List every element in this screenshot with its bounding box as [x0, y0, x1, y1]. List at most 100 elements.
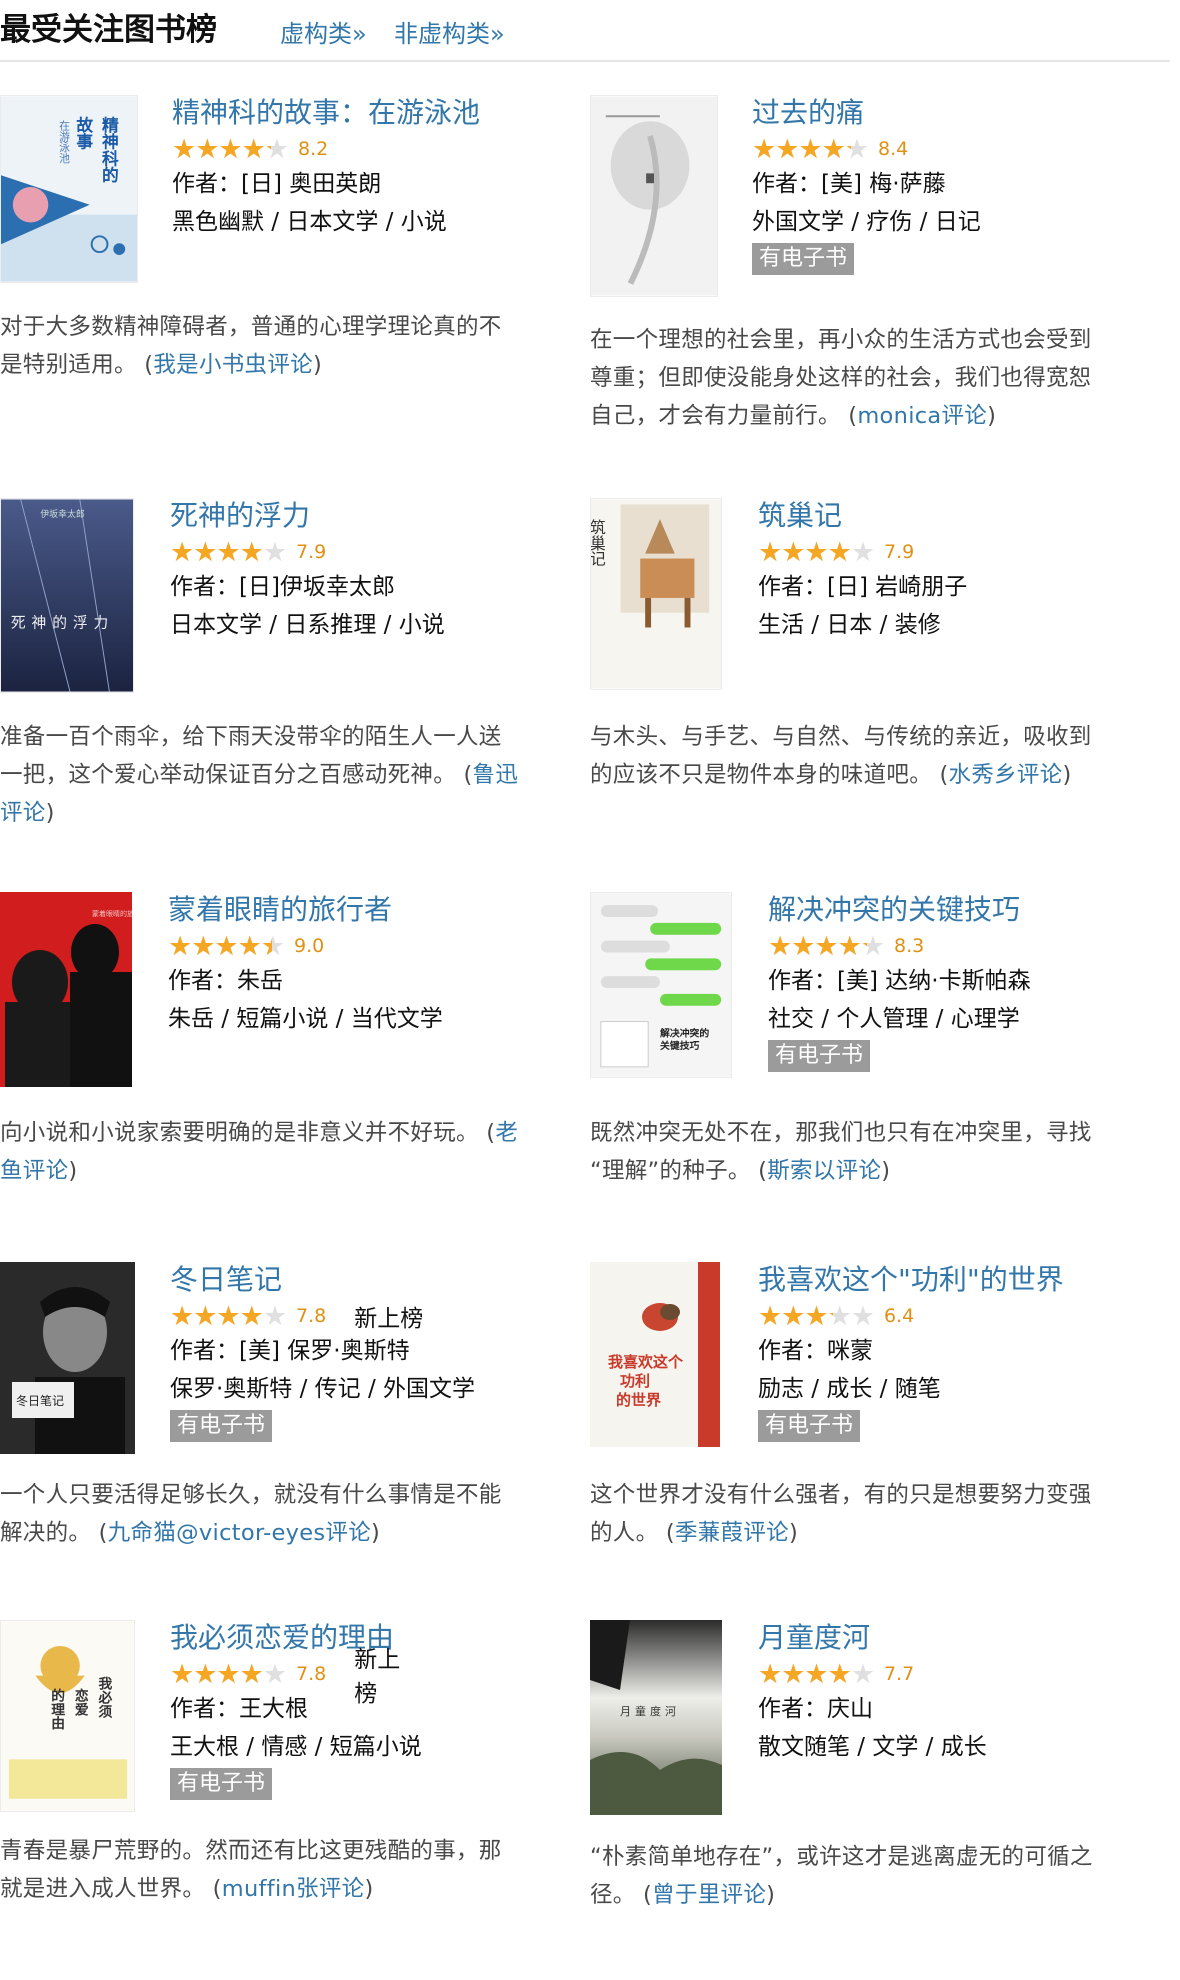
book-description: 对于大多数精神障碍者，普通的心理学理论真的不 是特别适用。 (我是小书虫评论): [0, 308, 560, 384]
desc-text: 尊重；但即使没能身处这样的社会，我们也得宽恕: [590, 365, 1092, 391]
rating-score: 6.4: [884, 1305, 915, 1327]
ebook-badge[interactable]: 有电子书: [170, 1410, 273, 1442]
review-link[interactable]: 鱼评论: [0, 1158, 68, 1184]
review-link[interactable]: 评论: [0, 800, 46, 826]
star-rating: ★★★★★★★★★★: [752, 133, 869, 165]
book-cover[interactable]: 我必须 恋爱 的理由: [0, 1620, 135, 1812]
ebook-badge[interactable]: 有电子书: [752, 243, 855, 275]
cover-title-text: 蒙着眼睛的旅行者: [92, 909, 132, 918]
ebook-badge[interactable]: 有电子书: [768, 1040, 871, 1072]
star-rating: ★★★★★★★★★★: [768, 930, 885, 962]
desc-text: 的应该不只是物件本身的味道吧。 (: [590, 762, 949, 788]
book-rating: ★★★★★★★★★★ 8.3: [768, 930, 1031, 962]
cover-title-text: 筑巢记: [591, 519, 606, 566]
review-link[interactable]: 鲁迅: [473, 762, 519, 788]
desc-text: ): [766, 1882, 776, 1908]
review-link[interactable]: 季蒹葭评论: [675, 1520, 789, 1546]
nonfiction-link[interactable]: 非虚构类»: [394, 14, 505, 49]
review-link[interactable]: muffin张评论: [222, 1876, 365, 1902]
review-link[interactable]: 九命猫@victor-eyes评论: [108, 1520, 371, 1546]
desc-text: 一个人只要活得足够长久，就没有什么事情是不能: [0, 1482, 502, 1508]
book-author: 作者：[美] 梅·萨藤: [752, 171, 946, 197]
desc-text: 的人。 (: [590, 1520, 675, 1546]
ebook-badge[interactable]: 有电子书: [170, 1768, 273, 1800]
cover-title-text: 死神的浮力: [11, 615, 114, 632]
review-link[interactable]: 曾于里评论: [652, 1882, 766, 1908]
book-title[interactable]: 蒙着眼睛的旅行者: [168, 892, 443, 928]
book-cover[interactable]: 蒙着眼睛的旅行者: [0, 892, 132, 1087]
book-tags: 生活 / 日本 / 装修: [758, 612, 941, 638]
star-rating: ★★★★★★★★★★: [758, 1300, 875, 1332]
cover-title-text: 我必须: [95, 1677, 113, 1720]
cover-art: 解决冲突的 关键技巧: [591, 893, 731, 1077]
book-cover[interactable]: 冬日笔记: [0, 1262, 135, 1454]
desc-text: 一把，这个爱心举动保证百分之百感动死神。 (: [0, 762, 473, 788]
cover-subtitle-text: 在游泳池: [58, 120, 71, 164]
desc-text: ): [788, 1520, 799, 1546]
star-rating: ★★★★★★★★★★: [172, 133, 289, 165]
cover-title-text: 解决冲突的: [660, 1026, 709, 1039]
book-cover[interactable]: 筑巢记: [590, 498, 722, 690]
ebook-badge[interactable]: 有电子书: [758, 1410, 861, 1442]
book-title[interactable]: 解决冲突的关键技巧: [768, 892, 1031, 928]
book-rating: ★★★★★★★★★★ 7.7: [758, 1658, 987, 1690]
book-title[interactable]: 过去的痛: [752, 95, 981, 131]
cover-art: 我喜欢这个 功利 的世界: [590, 1262, 720, 1447]
cover-art: 我必须 恋爱 的理由: [1, 1621, 134, 1811]
book-description: 与木头、与手艺、与自然、与传统的亲近，吸收到 的应该不只是物件本身的味道吧。 (…: [590, 718, 1150, 794]
book-cover[interactable]: [590, 95, 718, 297]
review-link[interactable]: 老: [495, 1120, 518, 1146]
cover-title-text: 月童度河: [620, 1704, 680, 1718]
book-description: 在一个理想的社会里，再小众的生活方式也会受到 尊重；但即使没能身处这样的社会，我…: [590, 321, 1150, 435]
cover-title-text: 功利: [620, 1372, 650, 1390]
fiction-link[interactable]: 虚构类»: [280, 14, 367, 49]
book-info: 我必须恋爱的理由 ★★★★★★★★★★ 7.8 新上榜 作者：王大根 王大根 /…: [170, 1620, 422, 1800]
review-link[interactable]: 斯索以评论: [767, 1158, 881, 1184]
book-title[interactable]: 冬日笔记: [170, 1262, 475, 1298]
book-info: 月童度河 ★★★★★★★★★★ 7.7 作者：庆山 散文随笔 / 文学 / 成长: [758, 1620, 987, 1766]
desc-text: 准备一百个雨伞，给下雨天没带伞的陌生人一人送: [0, 724, 502, 750]
book-title[interactable]: 筑巢记: [758, 498, 967, 534]
rating-score: 7.8: [296, 1663, 327, 1685]
book-cover[interactable]: 月童度河: [590, 1620, 722, 1815]
book-tags: 王大根 / 情感 / 短篇小说: [170, 1734, 422, 1760]
book-title[interactable]: 我喜欢这个"功利"的世界: [758, 1262, 1064, 1298]
desc-text: “理解”的种子。 (: [590, 1158, 768, 1184]
book-title[interactable]: 死神的浮力: [170, 498, 445, 534]
star-rating: ★★★★★★★★★★: [170, 536, 287, 568]
book-author: 作者：[日] 奥田英朗: [172, 171, 382, 197]
book-tags: 日本文学 / 日系推理 / 小说: [170, 612, 445, 638]
book-description: 青春是暴尸荒野的。然而还有比这更残酷的事，那 就是进入成人世界。 (muffin…: [0, 1832, 560, 1908]
rating-score: 7.8: [296, 1305, 327, 1327]
review-link[interactable]: 我是小书虫评论: [153, 352, 313, 378]
review-link[interactable]: 水秀乡评论: [949, 762, 1063, 788]
desc-text: ): [45, 800, 55, 826]
book-author: 作者：庆山: [758, 1696, 873, 1722]
star-rating: ★★★★★★★★★★: [758, 536, 875, 568]
book-tags: 散文随笔 / 文学 / 成长: [758, 1734, 987, 1760]
book-cover[interactable]: 解决冲突的 关键技巧: [590, 892, 732, 1078]
star-rating: ★★★★★★★★★★: [758, 1658, 875, 1690]
desc-text: ): [68, 1158, 78, 1184]
review-link[interactable]: monica评论: [857, 403, 987, 429]
desc-text: ): [987, 403, 997, 429]
cover-art: 伊坂幸太郎 死神的浮力: [1, 499, 133, 692]
book-description: 一个人只要活得足够长久，就没有什么事情是不能 解决的。 (九命猫@victor-…: [0, 1476, 560, 1552]
book-title[interactable]: 月童度河: [758, 1620, 987, 1656]
desc-text: 既然冲突无处不在，那我们也只有在冲突里，寻找: [590, 1120, 1092, 1146]
book-cover[interactable]: 我喜欢这个 功利 的世界: [590, 1262, 720, 1447]
star-rating: ★★★★★★★★★★: [170, 1658, 287, 1690]
book-cover[interactable]: 精神科的 故事 在游泳池: [0, 95, 138, 283]
book-rating: ★★★★★★★★★★ 7.8 新上榜: [170, 1647, 422, 1707]
book-rating: ★★★★★★★★★★ 7.8 新上榜: [170, 1300, 475, 1333]
book-cover[interactable]: 伊坂幸太郎 死神的浮力: [0, 498, 134, 693]
book-author: 作者：朱岳: [168, 968, 283, 994]
desc-text: ): [364, 1876, 374, 1902]
desc-text: 是特别适用。 (: [0, 352, 154, 378]
book-info: 精神科的故事：在游泳池 ★★★★★★★★★★ 8.2 作者：[日] 奥田英朗 黑…: [172, 95, 480, 241]
book-tags: 保罗·奥斯特 / 传记 / 外国文学: [170, 1376, 476, 1402]
rating-score: 7.9: [296, 541, 327, 563]
book-title[interactable]: 精神科的故事：在游泳池: [172, 95, 480, 131]
rating-score: 8.2: [298, 138, 329, 160]
book-author: 作者：咪蒙: [758, 1338, 873, 1364]
